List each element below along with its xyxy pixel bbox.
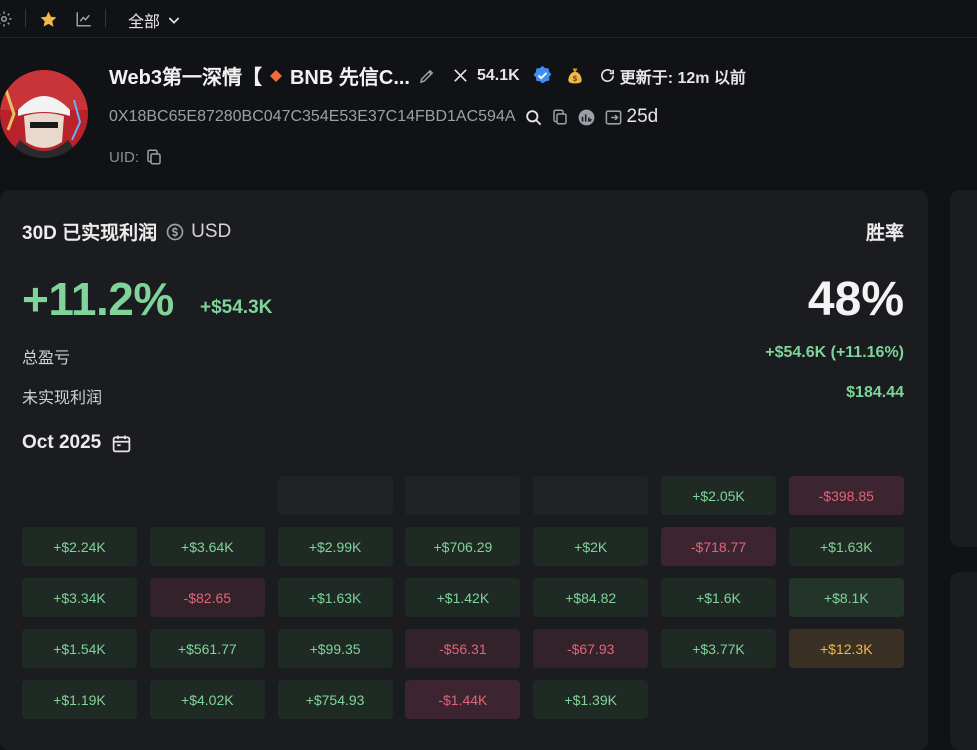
total-pnl-label: 总盈亏 — [22, 350, 71, 367]
open-external-icon[interactable] — [604, 108, 623, 127]
chevron-down-icon — [166, 12, 182, 28]
calendar-empty-cell — [277, 476, 393, 515]
search-icon[interactable] — [524, 108, 543, 127]
pnl-card: 30D 已实现利润 USD 胜率 +11.2% +$54.3K 48% 总盈亏 … — [0, 190, 928, 750]
calendar-day-cell[interactable]: +$1.39K — [533, 680, 649, 719]
calendar-day-cell[interactable]: +$1.63K — [277, 578, 393, 617]
calendar-day-cell[interactable]: +$1.6K — [660, 578, 776, 617]
calendar-day-cell[interactable]: +$1.19K — [22, 680, 137, 719]
top-toolbar: 全部 — [0, 0, 977, 38]
calendar-day-cell[interactable]: +$3.77K — [660, 629, 776, 668]
copy-uid-icon[interactable] — [145, 148, 163, 166]
calendar-day-cell[interactable]: +$8.1K — [788, 578, 904, 617]
calendar-day-cell[interactable]: +$1.54K — [22, 629, 137, 668]
calendar-day-cell[interactable]: +$1.42K — [405, 578, 521, 617]
x-followers: 54.1K — [476, 66, 520, 84]
wallet-age: 25d — [626, 106, 659, 127]
calendar-day-cell[interactable]: -$56.31 — [405, 629, 521, 668]
pnl-usd: +$54.3K — [200, 297, 273, 318]
calendar-day-cell[interactable]: +$3.64K — [149, 527, 265, 566]
calendar-day-cell[interactable]: -$1.44K — [405, 680, 521, 719]
calendar-day-cell[interactable]: +$99.35 — [277, 629, 393, 668]
calendar-day-cell[interactable]: +$84.82 — [533, 578, 649, 617]
uid-row: UID: — [109, 148, 163, 166]
calendar-day-cell[interactable]: +$2.24K — [22, 527, 137, 566]
filter-label: 全部 — [128, 14, 161, 31]
refresh-icon[interactable] — [599, 67, 616, 84]
total-pnl-value: +$54.6K (+11.16%) — [765, 344, 904, 361]
calendar-day-cell[interactable]: -$398.85 — [788, 476, 904, 515]
calendar-day-cell[interactable]: +$2.99K — [277, 527, 393, 566]
chain-name: BNB 先信C... — [289, 67, 410, 89]
filter-dropdown[interactable]: 全部 — [128, 8, 182, 32]
winrate-label: 胜率 — [865, 223, 904, 244]
diamond-icon — [269, 69, 282, 82]
pnl-title: 30D 已实现利润 USD — [22, 218, 231, 245]
edit-icon[interactable] — [418, 67, 436, 85]
winrate-value: 48% — [807, 273, 904, 326]
pnl-title-text: 30D 已实现利润 — [22, 223, 158, 244]
chart-icon[interactable] — [74, 9, 94, 29]
calendar-day-cell[interactable]: +$561.77 — [149, 629, 265, 668]
address-row: 0X18BC65E87280BC047C354E53E37C14FBD1AC59… — [109, 106, 658, 128]
unrealized-label: 未实现利润 — [22, 390, 103, 407]
calendar-day-cell[interactable]: +$1.63K — [788, 527, 904, 566]
calendar-day-cell[interactable]: +$2K — [533, 527, 649, 566]
pnl-percent: +11.2% — [22, 273, 174, 325]
pnl-calendar: +$2.05K -$398.85 +$2.24K +$3.64K +$2.99K +$70… — [22, 476, 904, 719]
star-icon[interactable] — [38, 9, 58, 29]
calendar-day-cell[interactable]: +$4.02K — [149, 680, 265, 719]
updated-label: 更新于: 12m 以前 — [619, 69, 746, 87]
calendar-day-cell[interactable]: +$754.93 — [277, 680, 393, 719]
unrealized-value: $184.44 — [846, 384, 904, 401]
calendar-month: Oct 2025 — [22, 432, 132, 454]
name-row: Web3第一深情【 BNB 先信C... 54.1K $ 更新于: 12m 以前 — [109, 61, 746, 90]
calendar-empty-cell — [150, 476, 265, 515]
calendar-empty-cell — [405, 476, 521, 515]
calendar-day-cell[interactable]: +$706.29 — [405, 527, 521, 566]
calendar-day-cell[interactable]: -$82.65 — [149, 578, 265, 617]
side-card — [950, 572, 977, 750]
divider — [25, 9, 26, 27]
avatar — [0, 70, 88, 158]
month-label: Oct 2025 — [22, 432, 102, 453]
calendar-day-cell[interactable]: -$67.93 — [533, 629, 649, 668]
verified-icon — [532, 65, 553, 86]
currency-label: USD — [191, 220, 232, 242]
currency-swap-icon — [165, 222, 185, 242]
calendar-day-cell[interactable]: +$12.3K — [788, 629, 904, 668]
uid-label: UID: — [109, 148, 139, 166]
calendar-day-cell[interactable]: +$2.05K — [660, 476, 776, 515]
calendar-empty-cell — [22, 476, 137, 515]
divider — [105, 9, 106, 27]
money-bag-icon: $ — [565, 66, 585, 86]
calendar-empty-cell — [533, 476, 649, 515]
calendar-day-cell[interactable]: +$3.34K — [22, 578, 137, 617]
x-icon[interactable] — [452, 67, 469, 84]
calendar-icon[interactable] — [111, 433, 132, 454]
currency-toggle[interactable]: USD — [165, 221, 231, 243]
wallet-address: 0X18BC65E87280BC047C354E53E37C14FBD1AC59… — [109, 108, 516, 125]
calendar-day-cell[interactable]: -$718.77 — [660, 527, 776, 566]
svg-text:$: $ — [572, 74, 577, 83]
explorer-icon[interactable] — [577, 108, 596, 127]
side-card — [950, 190, 977, 547]
copy-icon[interactable] — [551, 108, 569, 126]
wallet-name: Web3第一深情【 — [109, 67, 262, 89]
profile-header: Web3第一深情【 BNB 先信C... 54.1K $ 更新于: 12m 以前… — [0, 38, 977, 188]
settings-icon[interactable] — [0, 9, 14, 29]
